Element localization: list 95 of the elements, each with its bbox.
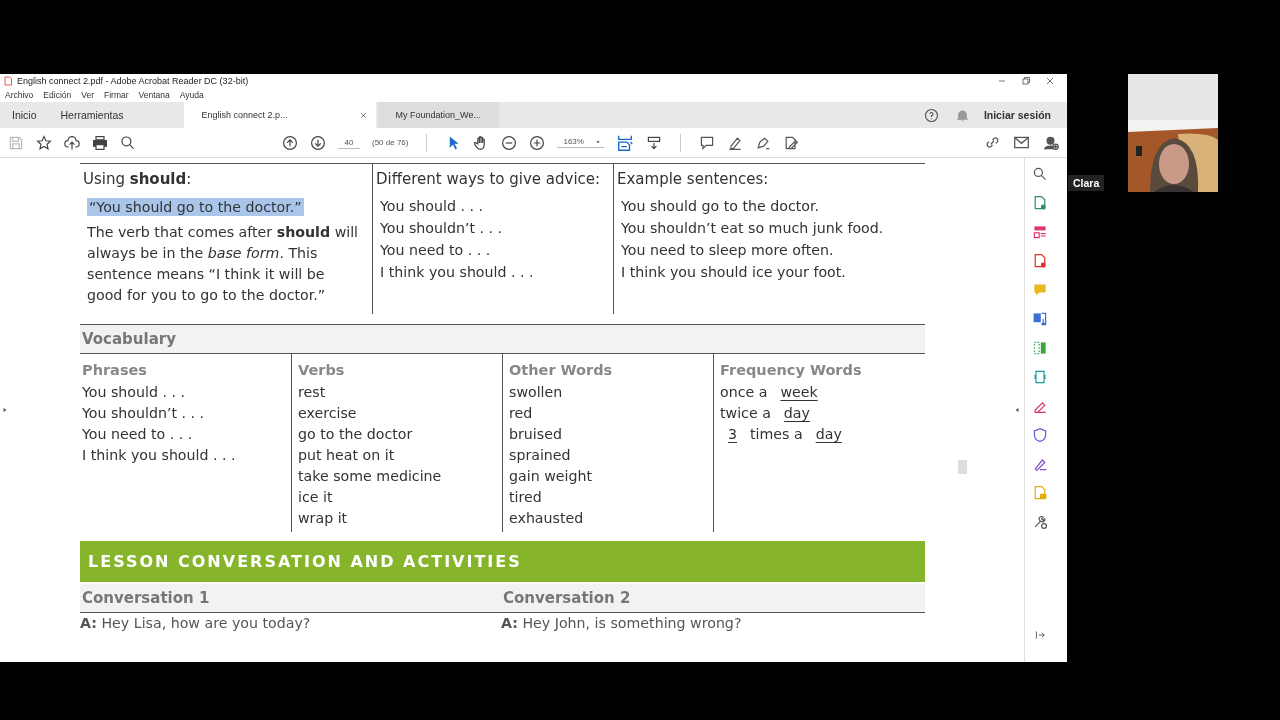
column-heading: Frequency Words <box>720 362 862 378</box>
filled-blank: 3 <box>727 426 739 442</box>
mail-icon[interactable] <box>1013 134 1030 151</box>
example-sentence: You should go to the doctor. <box>621 198 819 214</box>
column-heading: Verbs <box>298 362 345 378</box>
zoom-out-icon[interactable] <box>501 134 518 151</box>
vocabulary-word: rest <box>298 384 326 400</box>
vocabulary-word: I think you should . . . <box>82 447 236 463</box>
zoom-dropdown[interactable]: 163% <box>557 137 604 148</box>
conversation-heading: Conversation 2 <box>502 588 632 609</box>
column-heading: Different ways to give advice: <box>372 164 613 192</box>
menu-item[interactable]: Edición <box>43 90 72 100</box>
close-icon[interactable] <box>358 110 368 120</box>
page-down-icon[interactable] <box>310 134 326 151</box>
sign-in-link[interactable]: Iniciar sesión <box>969 102 1067 128</box>
participant-name: Clara <box>1068 175 1105 191</box>
vocabulary-word: sprained <box>509 447 571 463</box>
vocabulary-word: red <box>509 405 533 421</box>
restore-icon[interactable] <box>1021 76 1031 86</box>
column-heading: Other Words <box>509 362 613 378</box>
dialogue-line: A: Hey Lisa, how are you today? <box>80 615 312 631</box>
filled-blank: day <box>814 426 843 442</box>
zoom-in-icon[interactable] <box>529 134 546 151</box>
advice-phrase: You shouldn’t . . . <box>380 220 503 236</box>
expand-panel-icon[interactable] <box>1034 629 1046 641</box>
menu-item[interactable]: Ver <box>81 90 94 100</box>
vocabulary-word: exercise <box>298 405 357 421</box>
pen-icon[interactable] <box>754 134 771 151</box>
vocabulary-word: tired <box>509 489 542 505</box>
vocabulary-word: put heat on it <box>298 447 395 463</box>
explanation-paragraph: The verb that comes after should will always be in the base form. This sentence means “I think it will be good for you to go to the doctor.” <box>87 223 360 305</box>
cloud-upload-icon[interactable] <box>64 134 80 151</box>
nav-tab[interactable]: Herramientas <box>48 102 136 128</box>
vocabulary-word: bruised <box>509 426 562 442</box>
example-sentence: You need to sleep more often. <box>621 242 834 258</box>
vocabulary-word: wrap it <box>298 510 348 526</box>
document-icon[interactable] <box>1032 369 1048 385</box>
add-user-icon[interactable] <box>1042 134 1059 151</box>
section-banner: LESSON CONVERSATION AND ACTIVITIES <box>80 541 925 582</box>
menu-item[interactable]: Archivo <box>5 90 34 100</box>
vocabulary-word: go to the doctor <box>298 426 413 442</box>
pdf-file-icon <box>3 76 13 86</box>
print-icon[interactable] <box>92 134 108 151</box>
columns-icon[interactable] <box>1032 340 1048 356</box>
filled-blank: week <box>779 384 819 400</box>
page-count: (50 de 76) <box>372 138 409 147</box>
advice-phrase: You need to . . . <box>380 242 491 258</box>
filled-blank: day <box>782 405 811 421</box>
page-up-icon[interactable] <box>282 134 298 151</box>
vocabulary-word: times a <box>750 426 803 442</box>
vocabulary-word: ice it <box>298 489 333 505</box>
document-plus-icon[interactable] <box>1032 195 1048 211</box>
section-heading: Vocabulary <box>80 324 925 354</box>
vocabulary-word: take some medicine <box>298 468 442 484</box>
vocabulary-word: twice a <box>720 405 771 421</box>
advice-phrase: You should . . . <box>380 198 484 214</box>
document-plus-icon[interactable] <box>1032 253 1048 269</box>
vocabulary-word: You need to . . . <box>82 426 193 442</box>
menu-item[interactable]: Firmar <box>104 90 129 100</box>
comment-icon[interactable] <box>698 134 715 151</box>
highlighted-sentence: “You should go to the doctor.” <box>87 198 304 216</box>
link-icon[interactable] <box>984 134 1001 151</box>
page-number-field[interactable]: 40 <box>338 136 360 149</box>
star-icon[interactable] <box>36 134 52 151</box>
column-heading: Using should: <box>82 169 193 190</box>
pen-icon[interactable] <box>1032 456 1048 472</box>
vocabulary-word: exhausted <box>509 510 584 526</box>
column-heading: Example sentences: <box>613 164 925 192</box>
document-tab[interactable]: My Foundation_We... <box>377 102 499 128</box>
menu-item[interactable]: Ayuda <box>179 90 204 100</box>
conversation-heading: Conversation 1 <box>81 588 211 609</box>
vocabulary-word: once a <box>720 384 768 400</box>
example-sentence: You shouldn’t eat so much junk food. <box>621 220 884 236</box>
search-icon[interactable] <box>120 134 136 151</box>
advice-phrase: I think you should . . . <box>380 264 534 280</box>
shield-icon[interactable] <box>1032 427 1048 443</box>
scroll-mode-icon[interactable] <box>645 134 662 151</box>
highlighter-icon[interactable] <box>726 134 743 151</box>
fit-page-icon[interactable] <box>615 133 634 152</box>
layout-icon[interactable] <box>1032 224 1048 240</box>
vocabulary-word: swollen <box>509 384 563 400</box>
vocabulary-word: You shouldn’t . . . <box>82 405 205 421</box>
close-icon[interactable] <box>1045 76 1055 86</box>
menu-item[interactable]: Ventana <box>138 90 170 100</box>
dialogue-line: A: Hey John, is something wrong? <box>501 615 743 631</box>
help-icon[interactable] <box>923 107 939 123</box>
vocabulary-word: You should . . . <box>82 384 186 400</box>
nav-tab[interactable]: Inicio <box>0 102 49 128</box>
window-title: English connect 2.pdf - Adobe Acrobat Reader DC (32-bit) <box>17 76 249 86</box>
document-tab[interactable]: English connect 2.p... <box>183 102 376 128</box>
example-sentence: I think you should ice your foot. <box>621 264 846 280</box>
search-icon[interactable] <box>1032 166 1048 182</box>
vocabulary-word: gain weight <box>509 468 592 484</box>
column-heading: Phrases <box>82 362 147 378</box>
scrollbar-thumb[interactable] <box>958 460 967 474</box>
